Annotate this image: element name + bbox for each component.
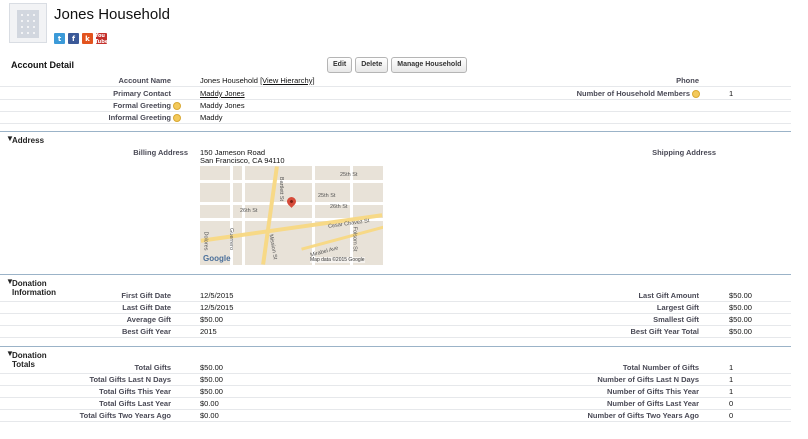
- first-gift-date-value: 12/5/2015: [200, 291, 234, 300]
- donation-info-heading: ▼ Donation Information: [6, 277, 56, 297]
- street-label: Bartlett St: [278, 176, 285, 202]
- primary-contact-link[interactable]: Maddy Jones: [200, 89, 245, 98]
- total-gifts-last-n-days-label: Total Gifts Last N Days: [89, 375, 171, 384]
- street-label: 26th St: [240, 208, 258, 214]
- twitter-icon[interactable]: t: [54, 33, 65, 44]
- total-gifts-last-n-days-value: $50.00: [200, 375, 223, 384]
- manage-household-button[interactable]: Manage Household: [391, 57, 468, 73]
- shipping-address-label: Shipping Address: [652, 148, 716, 157]
- donation-totals-heading: ▼ Donation Totals: [6, 349, 47, 369]
- informal-greeting-value: Maddy: [200, 113, 223, 122]
- number-gifts-last-n-days-label: Number of Gifts Last N Days: [597, 375, 699, 384]
- billing-address-label: Billing Address: [133, 148, 188, 157]
- total-gifts-last-year-value: $0.00: [200, 399, 219, 408]
- phone-label: Phone: [676, 76, 699, 85]
- street-label: Guerrero: [228, 227, 235, 251]
- account-name-text: Jones Household: [200, 76, 258, 85]
- donation-totals-section-header[interactable]: ▼ Donation Totals: [0, 346, 791, 369]
- donation-info-section-header[interactable]: ▼ Donation Information: [0, 274, 791, 297]
- donation-totals-row: Total Gifts Two Years Ago $0.00 Number o…: [0, 409, 791, 422]
- total-gifts-this-year-value: $50.00: [200, 387, 223, 396]
- street-label: 25th St: [340, 172, 358, 178]
- account-name-value: Jones Household [View Hierarchy]: [200, 76, 315, 85]
- detail-toolbar: Edit Delete Manage Household: [327, 57, 468, 73]
- largest-gift-value: $50.00: [729, 303, 752, 312]
- last-gift-amount-value: $50.00: [729, 291, 752, 300]
- street-label: Folsom St: [351, 226, 358, 252]
- household-record-icon: [9, 3, 47, 43]
- street-label: Dolores: [202, 231, 209, 251]
- total-gifts-two-years-ago-value: $0.00: [200, 411, 219, 420]
- klout-icon[interactable]: k: [82, 33, 93, 44]
- street-label: Mission St: [267, 233, 278, 261]
- map-credit: Map data ©2015 Google: [310, 257, 365, 263]
- total-number-gifts-label: Total Number of Gifts: [622, 363, 699, 372]
- number-gifts-last-year-value: 0: [729, 399, 734, 408]
- street-label: 25th St: [318, 193, 336, 199]
- help-icon[interactable]: [173, 114, 181, 123]
- help-icon[interactable]: [692, 90, 700, 99]
- smallest-gift-label: Smallest Gift: [653, 315, 699, 324]
- largest-gift-label: Largest Gift: [656, 303, 699, 312]
- informal-greeting-label-text: Informal Greeting: [108, 113, 171, 122]
- facebook-icon[interactable]: f: [68, 33, 79, 44]
- address-heading-text: Address: [12, 136, 45, 145]
- number-gifts-this-year-value: 1: [729, 387, 734, 396]
- total-gifts-value: $50.00: [200, 363, 223, 372]
- smallest-gift-value: $50.00: [729, 315, 752, 324]
- primary-contact-label: Primary Contact: [113, 89, 171, 98]
- google-logo: Google: [203, 254, 231, 263]
- formal-greeting-label: Formal Greeting: [113, 101, 181, 111]
- page-title: Jones Household: [54, 6, 170, 23]
- address-heading: ▼ Address: [6, 134, 45, 145]
- street-label: 26th St: [330, 204, 348, 210]
- average-gift-label: Average Gift: [126, 315, 171, 324]
- billing-address-line2: San Francisco, CA 94110: [200, 156, 285, 165]
- members-label-text: Number of Household Members: [576, 89, 690, 98]
- formal-greeting-value: Maddy Jones: [200, 101, 245, 110]
- number-gifts-this-year-label: Number of Gifts This Year: [607, 387, 699, 396]
- delete-button[interactable]: Delete: [355, 57, 389, 73]
- informal-greeting-row: Informal Greeting Maddy: [0, 111, 791, 124]
- total-gifts-two-years-ago-label: Total Gifts Two Years Ago: [79, 411, 171, 420]
- best-gift-year-value: 2015: [200, 327, 217, 336]
- youtube-icon[interactable]: You Tube: [95, 33, 108, 45]
- social-links: t f k You Tube: [54, 33, 108, 45]
- last-gift-date-label: Last Gift Date: [122, 303, 171, 312]
- best-gift-year-total-value: $50.00: [729, 327, 752, 336]
- number-gifts-two-years-ago-value: 0: [729, 411, 734, 420]
- number-gifts-two-years-ago-label: Number of Gifts Two Years Ago: [587, 411, 699, 420]
- average-gift-value: $50.00: [200, 315, 223, 324]
- last-gift-date-value: 12/5/2015: [200, 303, 234, 312]
- first-gift-date-label: First Gift Date: [121, 291, 171, 300]
- number-gifts-last-year-label: Number of Gifts Last Year: [607, 399, 699, 408]
- account-name-row: Account Name Jones Household [View Hiera…: [0, 74, 791, 87]
- best-gift-year-label: Best Gift Year: [121, 327, 171, 336]
- members-label: Number of Household Members: [576, 89, 700, 99]
- number-gifts-last-n-days-value: 1: [729, 375, 734, 384]
- view-hierarchy-link[interactable]: [View Hierarchy]: [260, 76, 314, 85]
- members-value: 1: [729, 89, 734, 98]
- account-detail-heading: Account Detail: [11, 60, 75, 70]
- address-map[interactable]: 25th St 25th St 26th St 26th St Bartlett…: [200, 166, 383, 265]
- total-gifts-label: Total Gifts: [134, 363, 171, 372]
- last-gift-amount-label: Last Gift Amount: [638, 291, 699, 300]
- address-section-header[interactable]: ▼ Address: [0, 131, 791, 145]
- map-pin-icon: [285, 195, 298, 208]
- formal-greeting-label-text: Formal Greeting: [113, 101, 171, 110]
- best-gift-year-total-label: Best Gift Year Total: [630, 327, 700, 336]
- help-icon[interactable]: [173, 102, 181, 111]
- edit-button[interactable]: Edit: [327, 57, 353, 73]
- informal-greeting-label: Informal Greeting: [108, 113, 181, 123]
- account-name-label: Account Name: [118, 76, 171, 85]
- total-gifts-this-year-label: Total Gifts This Year: [99, 387, 171, 396]
- total-gifts-last-year-label: Total Gifts Last Year: [99, 399, 171, 408]
- donation-info-row: Best Gift Year 2015 Best Gift Year Total…: [0, 325, 791, 338]
- total-number-gifts-value: 1: [729, 363, 734, 372]
